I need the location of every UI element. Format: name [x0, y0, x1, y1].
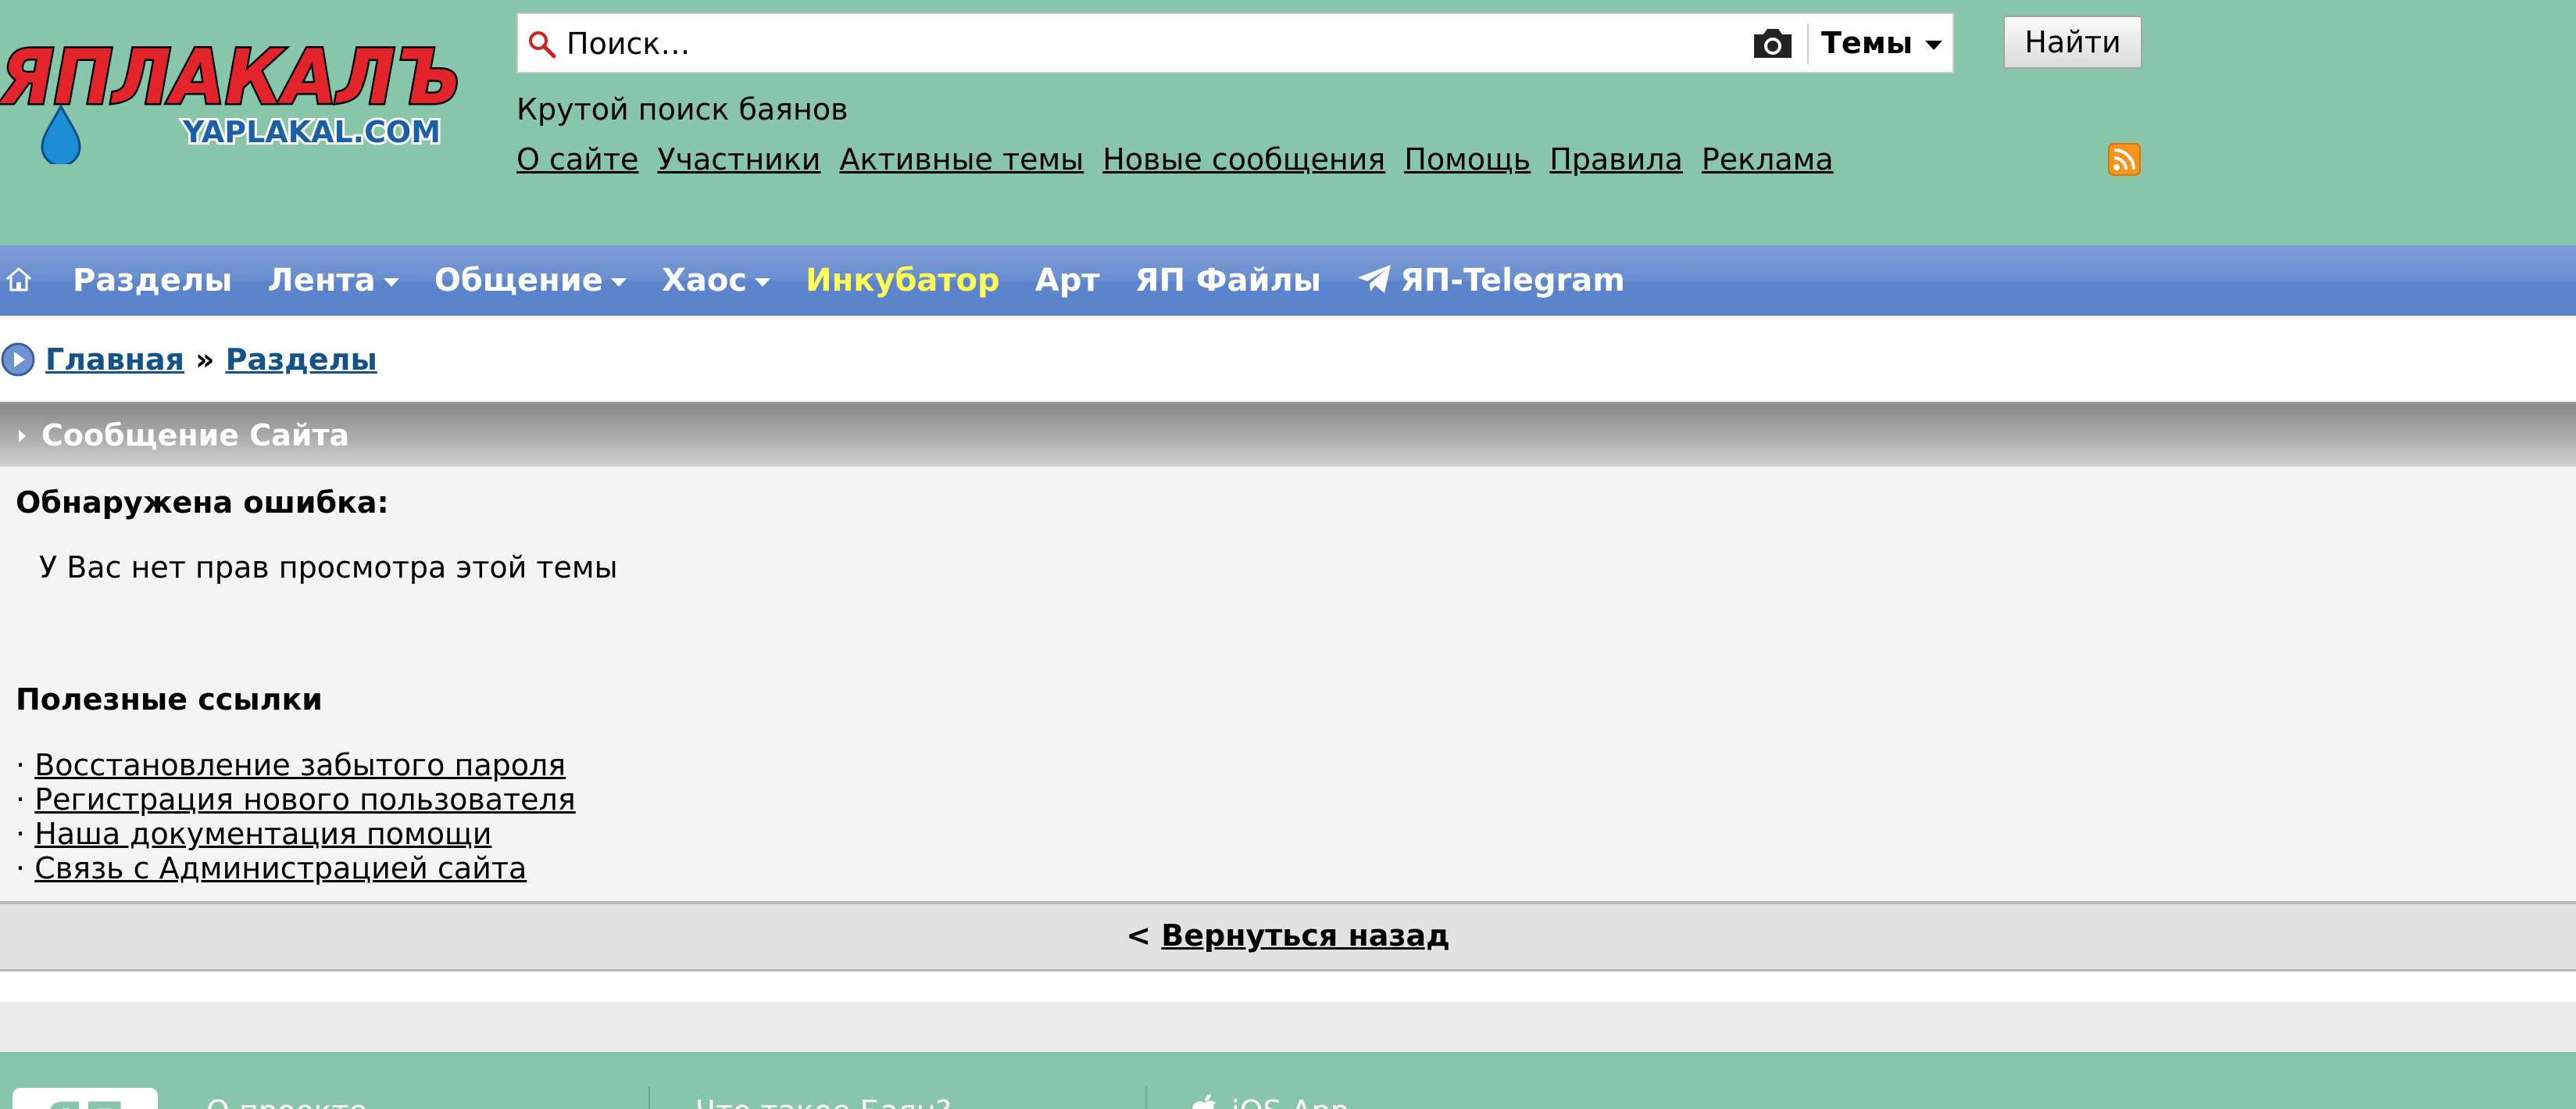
- link-recover-password[interactable]: Восстановление забытого пароля: [34, 748, 566, 782]
- top-link-ads[interactable]: Реклама: [1702, 142, 1834, 177]
- site-footer: ЯП О проекте Что такое Баян? iOS App: [0, 1052, 2576, 1109]
- useful-links-heading: Полезные ссылки: [16, 682, 323, 717]
- footer-link-ios-app[interactable]: iOS App: [1189, 1093, 1349, 1109]
- useful-links-list: · Восстановление забытого пароля · Регис…: [16, 748, 576, 885]
- search-input[interactable]: [565, 17, 1701, 70]
- nav-item-label: Хаос: [661, 263, 748, 299]
- logo-sub-text: YAPLAKAL.COM: [182, 115, 441, 149]
- search-scope-label: Темы: [1821, 26, 1913, 60]
- home-icon[interactable]: [5, 266, 33, 294]
- footer-link-what-is-bayan[interactable]: Что такое Баян?: [695, 1093, 952, 1109]
- link-help-docs[interactable]: Наша документация помощи: [34, 817, 491, 851]
- breadcrumb-separator: »: [195, 342, 215, 377]
- list-item: · Регистрация нового пользователя: [16, 782, 576, 817]
- nav-item-label: Разделы: [73, 263, 233, 299]
- breadcrumb-sections-link[interactable]: Разделы: [226, 342, 377, 377]
- footer-logo[interactable]: ЯП: [11, 1086, 159, 1109]
- nav-item-telegram[interactable]: ЯП-Telegram: [1356, 245, 1625, 316]
- site-header: ЯПЛАКАЛЪ YAPLAKAL.COM Темы Найти Крутой …: [0, 0, 2576, 245]
- nav-item-label: ЯП Файлы: [1134, 263, 1321, 299]
- footer-link-about[interactable]: О проекте: [206, 1093, 367, 1109]
- search-separator: [1807, 23, 1809, 64]
- back-prefix: <: [1126, 918, 1152, 953]
- chevron-down-icon: [1925, 40, 1943, 50]
- footer-logo-text: ЯП: [45, 1093, 126, 1109]
- nav-item-chat[interactable]: Общение: [434, 245, 627, 316]
- list-item: · Восстановление забытого пароля: [16, 748, 576, 782]
- chevron-down-icon: [755, 277, 771, 287]
- breadcrumb-home-link[interactable]: Главная: [45, 342, 184, 377]
- breadcrumb: Главная » Разделы: [0, 338, 377, 381]
- top-link-help[interactable]: Помощь: [1404, 142, 1531, 177]
- search-tagline: Крутой поиск баянов: [516, 92, 849, 127]
- top-link-active-topics[interactable]: Активные темы: [840, 142, 1084, 177]
- find-button[interactable]: Найти: [2003, 16, 2142, 69]
- rss-icon[interactable]: [2108, 143, 2141, 176]
- link-contact-admin[interactable]: Связь с Администрацией сайта: [34, 851, 527, 885]
- back-bar: < Вернуться назад: [0, 901, 2576, 971]
- list-item: · Наша документация помощи: [16, 817, 576, 851]
- logo-main-text: ЯПЛАКАЛЪ: [0, 39, 461, 121]
- nav-item-label: ЯП-Telegram: [1400, 263, 1625, 299]
- nav-item-art[interactable]: Арт: [1035, 245, 1100, 316]
- chevron-down-icon: [383, 277, 399, 287]
- top-link-new-posts[interactable]: Новые сообщения: [1102, 142, 1385, 177]
- site-logo[interactable]: ЯПЛАКАЛЪ YAPLAKAL.COM: [0, 39, 469, 164]
- list-bullet: ·: [16, 817, 26, 851]
- nav-item-chaos[interactable]: Хаос: [661, 245, 771, 316]
- telegram-icon: [1358, 265, 1392, 293]
- back-link[interactable]: Вернуться назад: [1161, 918, 1449, 953]
- footer-separator: [1145, 1086, 1147, 1109]
- nav-item-label: Арт: [1034, 263, 1100, 299]
- list-item: · Связь с Администрацией сайта: [16, 851, 576, 885]
- pre-footer-strip: [0, 1002, 2576, 1052]
- top-link-members[interactable]: Участники: [657, 142, 820, 177]
- nav-item-label: Инкубатор: [806, 263, 1000, 299]
- top-link-rules[interactable]: Правила: [1549, 142, 1683, 177]
- play-circle-icon: [1, 342, 35, 376]
- footer-link-label: iOS App: [1231, 1094, 1349, 1109]
- chevron-down-icon: [610, 277, 627, 287]
- apple-icon: [1192, 1093, 1216, 1109]
- top-links: О сайте Участники Активные темы Новые сообщ…: [516, 138, 1853, 181]
- message-title-bar: Сообщение Сайта: [0, 404, 2576, 467]
- search-scope-select[interactable]: Темы: [1821, 19, 1953, 67]
- nav-item-feed[interactable]: Лента: [268, 245, 399, 316]
- error-text: У Вас нет прав просмотра этой темы: [39, 550, 618, 585]
- nav-item-label: Лента: [267, 263, 376, 299]
- nav-item-label: Общение: [434, 263, 603, 299]
- nav-item-incubator[interactable]: Инкубатор: [806, 245, 1000, 316]
- list-bullet: ·: [16, 748, 26, 782]
- top-link-about[interactable]: О сайте: [516, 142, 638, 177]
- list-bullet: ·: [16, 782, 26, 817]
- error-heading: Обнаружена ошибка:: [16, 485, 389, 520]
- site-message-box: Сообщение Сайта Обнаружена ошибка: У Вас…: [0, 402, 2576, 971]
- link-register[interactable]: Регистрация нового пользователя: [34, 782, 576, 817]
- list-bullet: ·: [16, 851, 26, 885]
- main-nav: Разделы Лента Общение Хаос Инкубатор Арт…: [0, 245, 2576, 316]
- camera-icon[interactable]: [1751, 27, 1795, 61]
- search-icon: [529, 31, 556, 59]
- search-box: Темы: [516, 13, 1954, 73]
- message-title: Сообщение Сайта: [41, 418, 350, 453]
- nav-item-files[interactable]: ЯП Файлы: [1135, 245, 1321, 316]
- footer-separator: [648, 1086, 650, 1109]
- triangle-right-icon: [19, 429, 26, 442]
- nav-items: Разделы Лента Общение Хаос Инкубатор Арт…: [73, 245, 1656, 316]
- nav-item-sections[interactable]: Разделы: [73, 245, 232, 316]
